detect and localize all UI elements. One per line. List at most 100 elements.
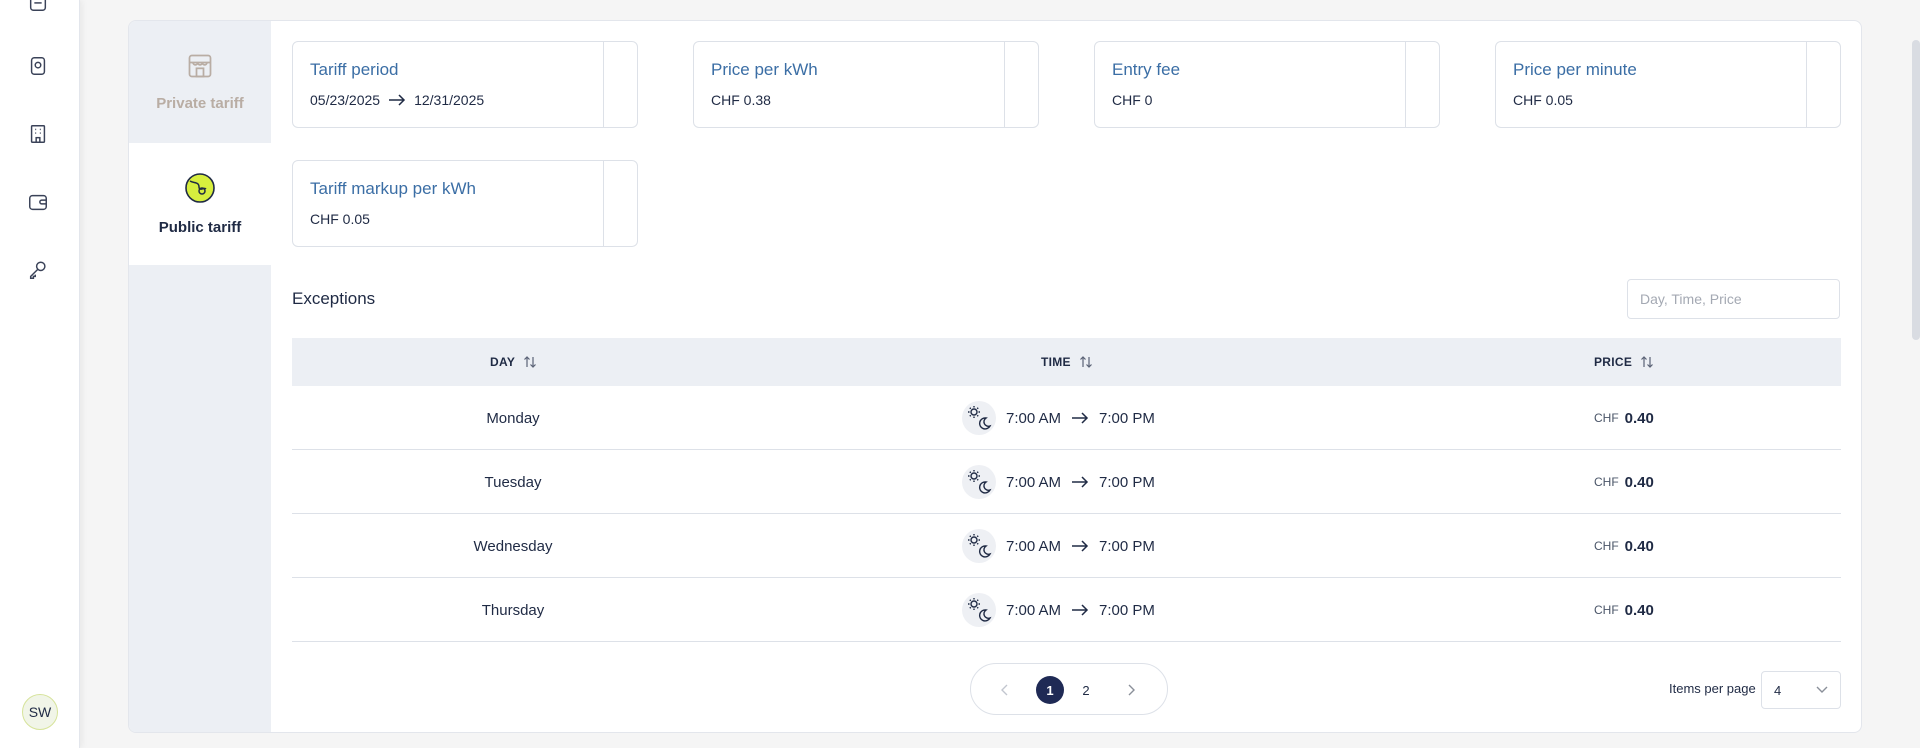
row-currency: CHF: [1594, 411, 1619, 425]
arrow-right-icon: [1072, 540, 1089, 552]
period-start: 05/23/2025: [310, 92, 381, 108]
sort-icon: [1079, 356, 1092, 368]
building-icon[interactable]: [22, 118, 54, 150]
row-end-time: 7:00 PM: [1099, 473, 1155, 491]
items-per-page-select[interactable]: 4: [1761, 671, 1841, 709]
column-header-time[interactable]: TIME: [1041, 338, 1093, 386]
day-night-icon: [962, 401, 996, 435]
row-amount: 0.40: [1624, 601, 1654, 619]
card-title: Price per minute: [1513, 60, 1637, 79]
exceptions-search-input[interactable]: [1627, 279, 1840, 319]
card-divider: [1806, 42, 1807, 127]
table-row[interactable]: Tuesday 7:00 AM 7:00 PM CHF 0.40: [292, 450, 1841, 514]
document-icon[interactable]: [22, 0, 54, 18]
arrow-right-icon: [389, 94, 406, 106]
card-title: Tariff period: [310, 60, 399, 79]
row-currency: CHF: [1594, 475, 1619, 489]
card-value: CHF 0.05: [310, 211, 370, 227]
card-price-per-minute: Price per minute CHF 0.05: [1495, 41, 1841, 128]
sort-icon: [524, 356, 537, 368]
card-title: Price per kWh: [711, 60, 818, 79]
period-end: 12/31/2025: [414, 92, 485, 108]
chevron-down-icon: [1816, 686, 1828, 693]
row-price: CHF 0.40: [1594, 386, 1654, 450]
column-header-day-label: DAY: [490, 355, 516, 369]
pagination-prev-button[interactable]: [991, 676, 1019, 704]
card-divider: [1004, 42, 1005, 127]
row-start-time: 7:00 AM: [1006, 537, 1062, 555]
row-end-time: 7:00 PM: [1099, 409, 1155, 427]
column-header-price[interactable]: PRICE: [1594, 338, 1654, 386]
wallet-icon[interactable]: [22, 186, 54, 218]
globe-icon: [184, 172, 216, 209]
card-divider: [603, 42, 604, 127]
tariff-panel: Private tariff Public tariff Tariff peri…: [128, 20, 1862, 733]
tariff-tabs: Private tariff Public tariff: [129, 21, 271, 732]
pagination-next-button[interactable]: [1117, 676, 1145, 704]
row-amount: 0.40: [1624, 473, 1654, 491]
arrow-right-icon: [1072, 412, 1089, 424]
row-end-time: 7:00 PM: [1099, 601, 1155, 619]
card-divider: [603, 161, 604, 246]
row-time: 7:00 AM 7:00 PM: [962, 514, 1155, 578]
tariff-period-range: 05/23/2025 12/31/2025: [310, 92, 484, 108]
column-header-time-label: TIME: [1041, 355, 1071, 369]
row-price: CHF 0.40: [1594, 514, 1654, 578]
pagination: 1 2: [970, 663, 1168, 715]
card-title: Entry fee: [1112, 60, 1181, 79]
sort-icon: [1641, 356, 1654, 368]
page-scrollbar[interactable]: [1912, 40, 1920, 340]
side-nav: SW: [0, 0, 80, 748]
tab-private-tariff[interactable]: Private tariff: [129, 21, 271, 143]
exceptions-table-header: DAY TIME PRICE: [292, 338, 1841, 386]
row-end-time: 7:00 PM: [1099, 537, 1155, 555]
day-night-icon: [962, 593, 996, 627]
card-value: CHF 0.38: [711, 92, 771, 108]
user-avatar[interactable]: SW: [22, 694, 58, 730]
exceptions-title: Exceptions: [292, 289, 376, 308]
table-row[interactable]: Monday 7:00 AM 7:00 PM CHF 0.40: [292, 386, 1841, 450]
chevron-left-icon: [1001, 684, 1008, 696]
arrow-right-icon: [1072, 476, 1089, 488]
card-divider: [1405, 42, 1406, 127]
row-amount: 0.40: [1624, 537, 1654, 555]
arrow-right-icon: [1072, 604, 1089, 616]
row-start-time: 7:00 AM: [1006, 409, 1062, 427]
card-value: CHF 0.05: [1513, 92, 1573, 108]
card-title: Tariff markup per kWh: [310, 179, 476, 198]
row-time: 7:00 AM 7:00 PM: [962, 578, 1155, 642]
row-start-time: 7:00 AM: [1006, 473, 1062, 491]
row-day: Thursday: [481, 601, 545, 619]
row-day: Wednesday: [473, 537, 553, 555]
key-icon[interactable]: [22, 254, 54, 286]
items-per-page-label: Items per page: [1669, 681, 1756, 696]
day-night-icon: [962, 529, 996, 563]
row-price: CHF 0.40: [1594, 450, 1654, 514]
row-amount: 0.40: [1624, 409, 1654, 427]
storefront-icon: [186, 52, 214, 85]
station-icon[interactable]: [22, 50, 54, 82]
table-row[interactable]: Thursday 7:00 AM 7:00 PM CHF 0.40: [292, 578, 1841, 642]
table-row[interactable]: Wednesday 7:00 AM 7:00 PM CHF 0.40: [292, 514, 1841, 578]
card-price-per-kwh: Price per kWh CHF 0.38: [693, 41, 1039, 128]
row-currency: CHF: [1594, 603, 1619, 617]
row-start-time: 7:00 AM: [1006, 601, 1062, 619]
row-day: Tuesday: [484, 473, 542, 491]
column-header-price-label: PRICE: [1594, 355, 1633, 369]
card-tariff-period: Tariff period 05/23/2025 12/31/2025: [292, 41, 638, 128]
pagination-page-1[interactable]: 1: [1036, 676, 1064, 704]
row-time: 7:00 AM 7:00 PM: [962, 450, 1155, 514]
row-day: Monday: [486, 409, 540, 427]
day-night-icon: [962, 465, 996, 499]
row-price: CHF 0.40: [1594, 578, 1654, 642]
pagination-page-2[interactable]: 2: [1072, 676, 1100, 704]
card-markup-per-kwh: Tariff markup per kWh CHF 0.05: [292, 160, 638, 247]
card-value: CHF 0: [1112, 92, 1153, 108]
row-currency: CHF: [1594, 539, 1619, 553]
column-header-day[interactable]: DAY: [490, 338, 537, 386]
items-per-page-value: 4: [1774, 682, 1782, 698]
tab-public-label: Public tariff: [158, 219, 242, 236]
row-time: 7:00 AM 7:00 PM: [962, 386, 1155, 450]
card-entry-fee: Entry fee CHF 0: [1094, 41, 1440, 128]
tab-public-tariff[interactable]: Public tariff: [129, 143, 271, 265]
